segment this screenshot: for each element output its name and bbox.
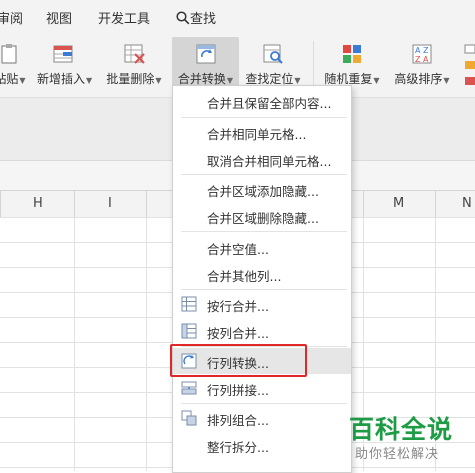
merge-by-row-icon (181, 296, 197, 312)
menu-review[interactable]: 审阅 (0, 8, 23, 27)
menu-item-label: 按列合并... (207, 326, 269, 341)
find-locate-icon (263, 44, 283, 64)
menu-item-row-col-join[interactable]: 行列拼接... (173, 375, 351, 401)
menu-divider (181, 117, 347, 118)
menu-view[interactable]: 视图 (46, 8, 72, 27)
menu-search[interactable]: 查找 (176, 8, 216, 27)
menu-item-split-rows[interactable]: 整行拆分... (173, 432, 351, 458)
menu-item-merge-keep-all[interactable]: 合并且保留全部内容... (173, 88, 351, 114)
menu-item-label: 合并且保留全部内容... (207, 96, 332, 111)
menu-item-merge-other-columns[interactable]: 合并其他列... (173, 261, 351, 287)
merge-convert-button[interactable]: 合并转换▼ (172, 37, 239, 91)
column-header-i[interactable]: I (108, 196, 112, 211)
paste-label: 粘贴 (0, 72, 19, 86)
menu-item-label: 行列拼接... (207, 383, 269, 398)
advanced-sort-button[interactable]: A Z Z A 高级排序▼ (392, 37, 452, 91)
merge-convert-label: 合并转换 (177, 72, 226, 86)
menu-item-merge-area-add-hidden[interactable]: 合并区域添加隐藏... (173, 176, 351, 202)
menu-item-label: 整行拆分... (207, 440, 269, 455)
watermark-subtitle: 助你轻松解决 (355, 447, 440, 462)
menu-item-unmerge-same-cells[interactable]: 取消合并相同单元格... (173, 146, 351, 172)
svg-text:A: A (415, 46, 421, 55)
menu-item-label: 合并空值... (207, 242, 269, 257)
menu-item-label: 取消合并相同单元格... (207, 154, 332, 169)
paste-icon (1, 44, 17, 64)
more-tools-icon[interactable] (463, 43, 475, 94)
column-header-m[interactable]: M (393, 196, 404, 211)
find-locate-button[interactable]: 查找定位▼ (243, 37, 303, 91)
batch-delete-button[interactable]: 批量删除▼ (106, 37, 162, 91)
batch-delete-label: 批量删除 (106, 72, 155, 86)
menu-divider (181, 403, 347, 404)
insert-button[interactable]: 新增插入▼ (37, 37, 92, 91)
menu-divider (181, 289, 347, 290)
permutation-icon (181, 410, 197, 426)
menu-item-label: 合并区域添加隐藏... (207, 184, 319, 199)
menu-item-permutation[interactable]: 排列组合... (173, 405, 351, 431)
menu-developer[interactable]: 开发工具 (98, 8, 150, 27)
column-header-n[interactable]: N (462, 196, 472, 211)
menu-item-label: 按行合并... (207, 299, 269, 314)
merge-convert-icon (196, 44, 215, 64)
advanced-sort-label: 高级排序 (394, 72, 443, 86)
menu-item-label: 排列组合... (207, 413, 269, 428)
menu-divider (181, 231, 347, 232)
menu-item-merge-same-cells[interactable]: 合并相同单元格... (173, 119, 351, 145)
advanced-sort-icon: A Z Z A (412, 44, 432, 64)
svg-text:Z: Z (423, 46, 429, 55)
paste-button[interactable]: 粘贴▼ (0, 37, 26, 91)
grid-line (146, 217, 147, 471)
menu-item-merge-area-remove-hidden[interactable]: 合并区域删除隐藏... (173, 203, 351, 229)
search-label: 查找 (190, 12, 217, 27)
batch-delete-icon (124, 44, 145, 64)
column-divider[interactable] (363, 191, 364, 217)
grid-line (74, 217, 75, 471)
svg-text:Z: Z (415, 55, 421, 64)
watermark-title: 百科全说 (349, 415, 454, 444)
column-divider[interactable] (0, 191, 1, 217)
column-divider[interactable] (74, 191, 75, 217)
menu-item-merge-by-column[interactable]: 按列合并... (173, 318, 351, 344)
menu-item-label: 合并区域删除隐藏... (207, 211, 319, 226)
row-col-join-icon (181, 381, 197, 395)
find-locate-label: 查找定位 (245, 72, 294, 86)
menu-item-label: 合并相同单元格... (207, 127, 307, 142)
menu-bar: 审阅 视图 开发工具 查找 (0, 0, 475, 33)
column-divider[interactable] (435, 191, 436, 217)
column-header-h[interactable]: H (33, 196, 43, 211)
menu-divider (181, 174, 347, 175)
random-repeat-label: 随机重复 (324, 72, 373, 86)
column-divider[interactable] (146, 191, 147, 217)
highlight-box (170, 344, 307, 377)
ribbon-separator (313, 41, 314, 89)
merge-convert-dropdown: 合并且保留全部内容... 合并相同单元格... 取消合并相同单元格... 合并区… (172, 85, 352, 473)
menu-item-label: 合并其他列... (207, 269, 282, 284)
merge-by-column-icon (181, 323, 197, 339)
search-icon (176, 11, 190, 25)
insert-label: 新增插入 (37, 72, 86, 86)
menu-item-merge-by-row[interactable]: 按行合并... (173, 291, 351, 317)
svg-text:A: A (423, 55, 429, 64)
watermark-logo: 百科全说 助你轻松解决 (345, 410, 475, 471)
random-repeat-button[interactable]: 随机重复▼ (322, 37, 382, 91)
random-repeat-icon (343, 45, 361, 63)
insert-icon (53, 45, 73, 63)
menu-item-merge-empty[interactable]: 合并空值... (173, 234, 351, 260)
